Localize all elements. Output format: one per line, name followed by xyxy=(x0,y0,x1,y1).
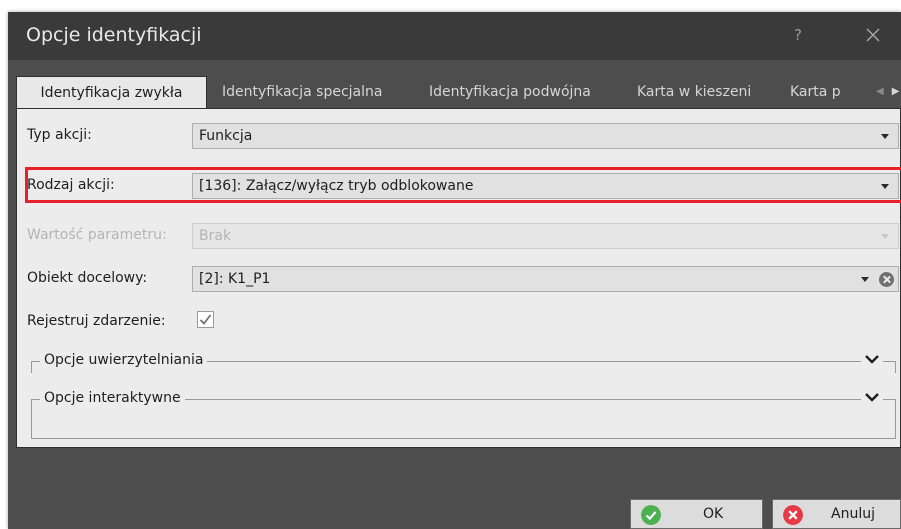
obiekt-docelowy-value: [2]: K1_P1 xyxy=(199,271,271,287)
obiekt-docelowy-select[interactable]: [2]: K1_P1 xyxy=(192,266,899,292)
ok-button[interactable]: OK xyxy=(630,499,763,529)
chevron-down-icon[interactable] xyxy=(861,388,883,406)
tab-identyfikacja-podwojna[interactable]: Identyfikacja podwójna xyxy=(429,76,591,109)
wartosc-parametru-select: Brak xyxy=(192,223,899,249)
chevron-down-icon xyxy=(861,277,869,282)
tab-identyfikacja-zwykla[interactable]: Identyfikacja zwykła xyxy=(16,76,207,110)
dialog-window: Opcje identyfikacji ? Identyfikacja zwyk… xyxy=(8,12,901,529)
ok-button-label: OK xyxy=(703,506,724,522)
check-circle-icon xyxy=(641,505,661,525)
chevron-down-icon xyxy=(881,134,889,139)
rejestruj-zdarzenie-checkbox[interactable] xyxy=(197,311,214,328)
close-icon[interactable] xyxy=(860,22,886,48)
tab-karta-p[interactable]: Karta p xyxy=(790,76,841,109)
typ-akcji-value: Funkcja xyxy=(199,128,253,144)
cancel-circle-icon xyxy=(783,505,803,525)
help-button[interactable]: ? xyxy=(794,26,802,44)
group-opcje-uwierzytelniania-label: Opcje uwierzytelniania xyxy=(40,352,208,368)
cancel-button-label: Anuluj xyxy=(831,506,875,522)
wartosc-parametru-value: Brak xyxy=(199,228,232,244)
tab-identyfikacja-specjalna[interactable]: Identyfikacja specjalna xyxy=(222,76,382,109)
tab-bar: Identyfikacja zwykła Identyfikacja specj… xyxy=(16,76,901,110)
tab-karta-w-kieszeni[interactable]: Karta w kieszeni xyxy=(637,76,751,109)
chevron-down-icon xyxy=(881,184,889,189)
typ-akcji-label: Typ akcji: xyxy=(27,127,92,143)
title-bar: Opcje identyfikacji ? xyxy=(8,12,901,60)
typ-akcji-select[interactable]: Funkcja xyxy=(192,123,899,149)
tab-panel: Typ akcji: Funkcja Rodzaj akcji: [136]: … xyxy=(16,108,901,448)
rodzaj-akcji-label: Rodzaj akcji: xyxy=(27,177,115,193)
obiekt-docelowy-label: Obiekt docelowy: xyxy=(27,270,148,286)
group-opcje-uwierzytelniania: Opcje uwierzytelniania xyxy=(31,350,896,373)
clear-icon[interactable] xyxy=(879,272,894,287)
dialog-title: Opcje identyfikacji xyxy=(26,24,202,46)
rodzaj-akcji-value: [136]: Załącz/wyłącz tryb odblokowane xyxy=(199,178,474,194)
rejestruj-zdarzenie-label: Rejestruj zdarzenie: xyxy=(27,313,166,329)
cancel-button[interactable]: Anuluj xyxy=(772,499,901,529)
chevron-down-icon xyxy=(881,234,889,239)
wartosc-parametru-label: Wartość parametru: xyxy=(27,227,167,243)
tab-scroll-left-icon[interactable]: ◀ xyxy=(876,86,884,97)
rodzaj-akcji-select[interactable]: [136]: Załącz/wyłącz tryb odblokowane xyxy=(192,173,899,199)
checkmark-icon xyxy=(199,314,212,325)
tab-scroll-right-icon[interactable]: ▶ xyxy=(892,86,900,97)
group-opcje-interaktywne-label: Opcje interaktywne xyxy=(40,390,185,406)
group-opcje-interaktywne: Opcje interaktywne xyxy=(31,388,896,439)
tab-scroll-buttons: ◀ ▶ xyxy=(876,86,901,97)
chevron-down-icon[interactable] xyxy=(861,350,883,368)
